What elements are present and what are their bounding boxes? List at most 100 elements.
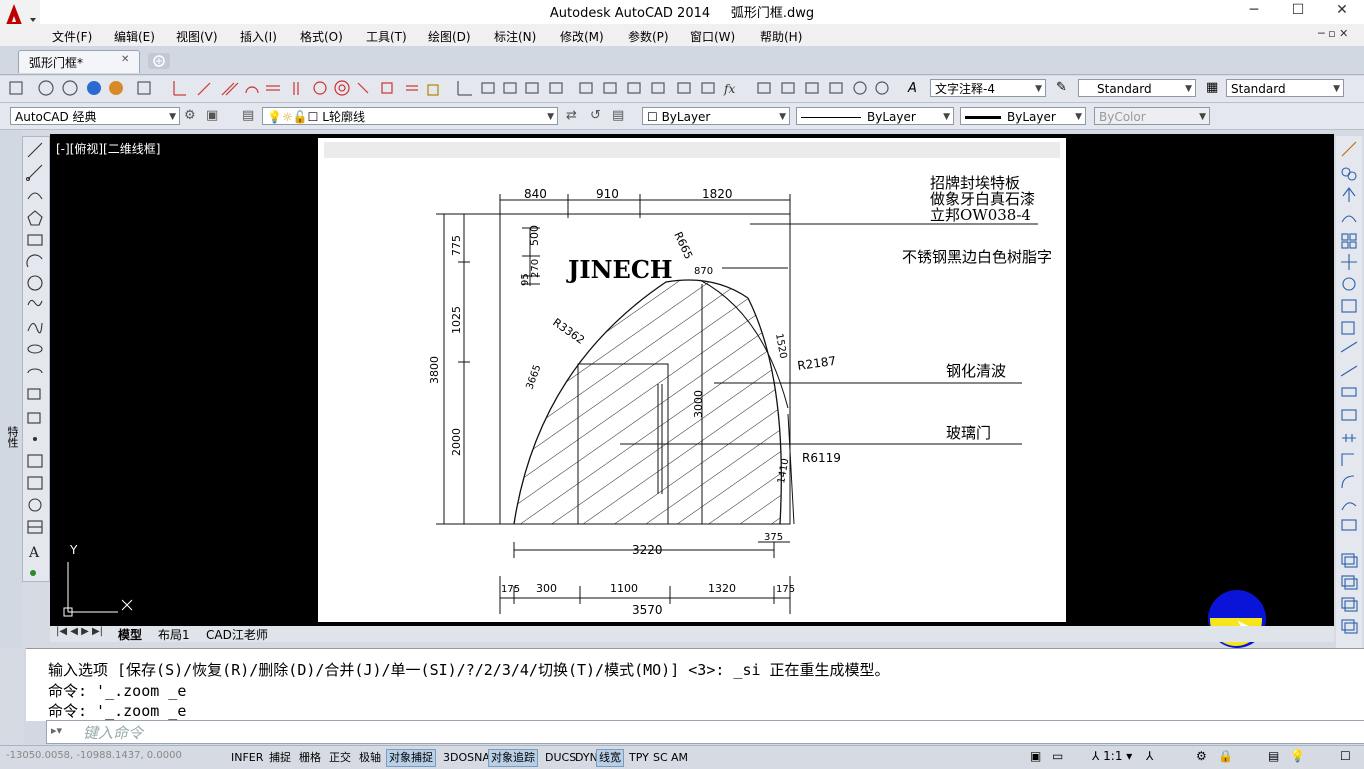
dim-bottom-3570: 3570: [632, 603, 663, 617]
layout-tab-cad-teacher[interactable]: CAD江老师: [206, 626, 268, 643]
menu-item[interactable]: 标注(N): [494, 28, 536, 45]
command-history: 输入选项 [保存(S)/恢复(R)/删除(D)/合并(J)/单一(SI)/?/2…: [26, 648, 1364, 721]
window-title: Autodesk AutoCAD 2014 弧形门框.dwg: [0, 2, 1364, 21]
table-style-icon: ▦: [1206, 80, 1219, 95]
status-toggle[interactable]: 对象捕捉: [386, 749, 436, 767]
layer-select[interactable]: 💡☼🔓☐ L轮廓线 ▼: [262, 107, 558, 125]
dim-left-775: 775: [450, 235, 463, 256]
layout-tab-layout1[interactable]: 布局1: [158, 626, 190, 643]
note-stainless-letters: 不锈钢黑边白色树脂字: [902, 248, 1052, 266]
layer-previous-icon[interactable]: ↺: [590, 108, 601, 123]
maximize-button[interactable]: ☐: [1276, 0, 1320, 22]
workspace-settings-icon[interactable]: ⚙: [184, 108, 196, 123]
standard-toolbar: fx A 文字注释-4 ▼ ✎ Standard ▼ ▦ Standard ▼: [0, 76, 1364, 103]
status-toggle[interactable]: INFER: [228, 749, 266, 767]
dim-bottom-1100: 1100: [610, 582, 638, 595]
command-history-line: 命令: '_.zoom _e: [48, 682, 187, 700]
dim-375: 375: [764, 532, 783, 543]
workspace-switch-icon[interactable]: ⚙: [1196, 749, 1207, 763]
text-style-select[interactable]: 文字注释-4 ▼: [930, 79, 1046, 97]
menu-item[interactable]: 文件(F): [52, 28, 92, 45]
hardware-accel-icon[interactable]: ▤: [1268, 749, 1279, 763]
sun-icon: ☼: [281, 110, 293, 124]
status-toggle[interactable]: 对象追踪: [488, 749, 538, 767]
annotation-scale[interactable]: ⅄ 1:1 ▾: [1092, 749, 1132, 763]
isolate-objects-icon[interactable]: 💡: [1290, 749, 1305, 763]
undo-icon: [38, 80, 54, 96]
lock-ui-icon[interactable]: 🔒: [1218, 749, 1233, 763]
dim-left-95: 95: [520, 273, 531, 286]
dim-r6119: R6119: [802, 451, 841, 465]
render-icon: [137, 81, 151, 95]
menu-item[interactable]: 编辑(E): [114, 28, 155, 45]
linetype-select[interactable]: ByLayer ▼: [796, 107, 954, 125]
sphere-blue-icon: [87, 81, 101, 95]
doc-window-controls[interactable]: ─ ▫ ✕: [1318, 27, 1348, 40]
table-style-select[interactable]: Standard ▼: [1226, 79, 1344, 97]
menu-item[interactable]: 绘图(D): [428, 28, 471, 45]
annotation-visibility-icon[interactable]: ⅄: [1146, 749, 1153, 763]
new-tab-button[interactable]: [148, 53, 170, 69]
command-history-line: 命令: '_.zoom _e: [48, 702, 187, 720]
close-window-button[interactable]: ✕: [1320, 0, 1364, 22]
status-toggle[interactable]: 栅格: [296, 749, 324, 767]
status-toggle[interactable]: 正交: [326, 749, 354, 767]
lineweight-select[interactable]: ByLayer ▼: [960, 107, 1086, 125]
dim-left-2000: 2000: [450, 428, 463, 456]
menu-item[interactable]: 工具(T): [366, 28, 407, 45]
command-prompt-icon[interactable]: ▸▾: [51, 724, 62, 737]
color-select[interactable]: ☐ ByLayer ▼: [642, 107, 790, 125]
command-history-line: 输入选项 [保存(S)/恢复(R)/删除(D)/合并(J)/单一(SI)/?/2…: [48, 661, 890, 679]
model-space-icon[interactable]: ▣: [1030, 749, 1041, 763]
menu-item[interactable]: 窗口(W): [690, 28, 735, 45]
dim-left-1025: 1025: [450, 306, 463, 334]
dim-left-270: 270: [530, 259, 541, 278]
dim-top-910: 910: [596, 187, 619, 201]
menu-item[interactable]: 插入(I): [240, 28, 277, 45]
status-toggle[interactable]: TPY: [626, 749, 652, 767]
status-toggle[interactable]: 极轴: [356, 749, 384, 767]
properties-palette-collapsed[interactable]: 特性: [0, 130, 22, 648]
menu-item[interactable]: 帮助(H): [760, 28, 802, 45]
layout-nav-arrows[interactable]: |◀ ◀ ▶ ▶|: [56, 626, 103, 637]
sphere-orange-icon: [109, 81, 123, 95]
plotstyle-select[interactable]: ByColor ▼: [1094, 107, 1210, 125]
redo-icon: [62, 80, 78, 96]
quick-view-icon[interactable]: ▭: [1052, 749, 1063, 763]
note-tempered-glass: 钢化清波: [946, 362, 1006, 380]
status-toggle[interactable]: 捕捉: [266, 749, 294, 767]
lightbulb-icon: 💡: [267, 110, 282, 124]
status-toggle[interactable]: AM: [668, 749, 691, 767]
menu-item[interactable]: 格式(O): [300, 28, 343, 45]
menu-item[interactable]: 参数(P): [628, 28, 669, 45]
dim-style-select[interactable]: Standard ▼: [1078, 79, 1196, 97]
file-name-text: 弧形门框.dwg: [730, 6, 815, 21]
lock-icon: 🔓: [292, 110, 308, 124]
command-placeholder: 键入命令: [83, 724, 144, 742]
command-input[interactable]: ▸▾ 键入命令: [46, 720, 1364, 744]
layer-states-icon[interactable]: ▤: [612, 108, 624, 123]
modify-tool-icons: [1340, 141, 1358, 634]
workspace-select[interactable]: AutoCAD 经典 ▼: [10, 107, 180, 125]
document-tab-label: 弧形门框*: [29, 56, 84, 70]
clean-screen-icon[interactable]: ☐: [1340, 749, 1351, 763]
viewport-controls-label[interactable]: [-][俯视][二维线框]: [56, 140, 160, 157]
dim-870: 870: [694, 266, 713, 277]
minimize-button[interactable]: ─: [1232, 0, 1276, 22]
make-current-layer-icon[interactable]: ⇄: [566, 108, 577, 123]
layer-manager-icon[interactable]: ▤: [242, 108, 254, 123]
line-icon: [27, 142, 43, 158]
menu-item[interactable]: 修改(M): [560, 28, 604, 45]
layout-tab-model[interactable]: 模型: [118, 626, 142, 643]
door-frame-drawing: 840 910 1820 775 500 270 95 1025 3800 20…: [428, 174, 1052, 617]
status-toggle[interactable]: 线宽: [596, 749, 624, 767]
layer-color-swatch: ☐: [307, 110, 319, 124]
close-tab-icon[interactable]: ✕: [121, 54, 129, 65]
document-tab[interactable]: 弧形门框* ✕: [18, 50, 140, 73]
dim-bottom-175-right: 175: [776, 584, 795, 595]
workspace-custom-icon[interactable]: ▣: [206, 108, 218, 123]
menu-item[interactable]: 视图(V): [176, 28, 218, 45]
dim-3000: 3000: [692, 390, 705, 418]
toolbar-icons-row1: fx: [9, 80, 889, 96]
ucs-icon: Y: [63, 543, 133, 617]
